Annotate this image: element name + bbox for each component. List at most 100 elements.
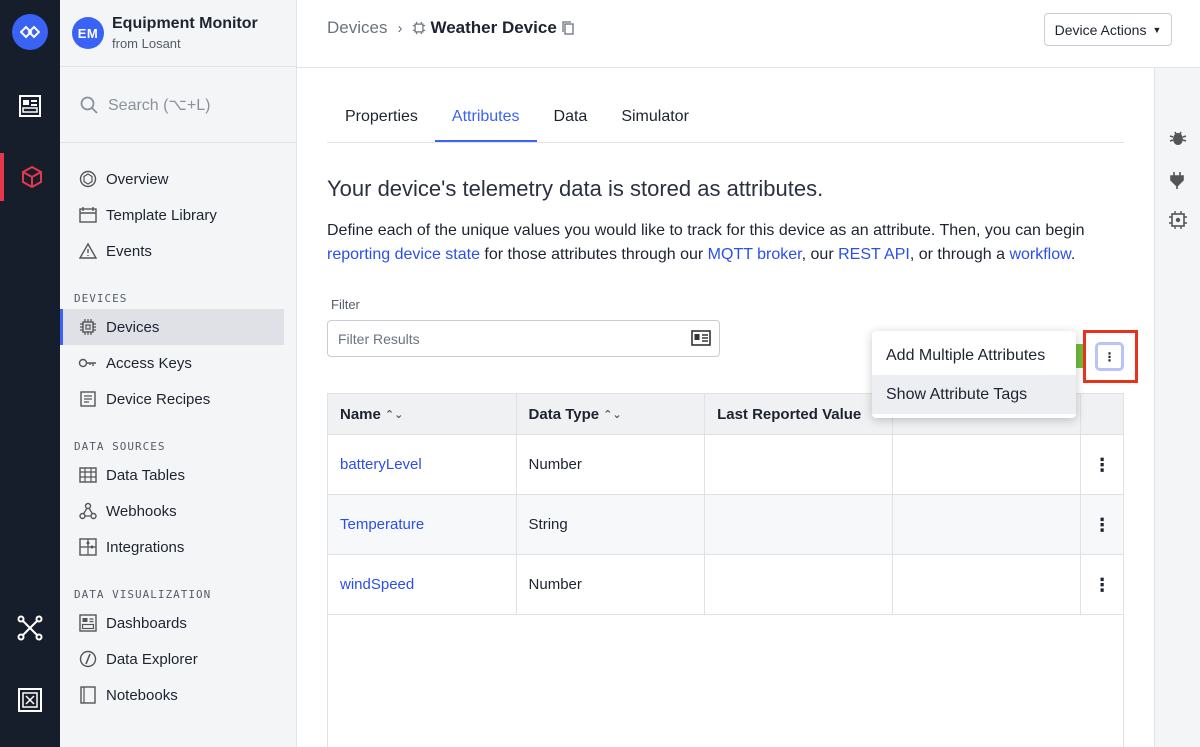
losant-logo-icon[interactable]: [12, 14, 48, 50]
column-label: Name: [340, 405, 381, 423]
global-rail: [0, 0, 60, 747]
column-header-data-type[interactable]: Data Type ⌃⌄: [517, 394, 706, 434]
sidebar-item-overview[interactable]: Overview: [60, 161, 296, 197]
sidebar-item-events[interactable]: Events: [60, 233, 296, 269]
menu-item-show-attribute-tags[interactable]: Show Attribute Tags: [872, 375, 1076, 414]
column-header-name[interactable]: Name ⌃⌄: [328, 394, 517, 434]
section-description: Define each of the unique values you wou…: [327, 219, 1107, 267]
applications-rail-icon[interactable]: [0, 153, 60, 201]
sidebar-item-data-explorer[interactable]: Data Explorer: [60, 641, 296, 677]
row-actions-cell: ⋮: [1081, 555, 1123, 614]
compass-icon: [78, 649, 98, 669]
dashboard-rail-icon[interactable]: [0, 82, 60, 130]
menu-item-add-multiple-attributes[interactable]: Add Multiple Attributes: [872, 336, 1076, 375]
recipe-icon: [78, 389, 98, 409]
last-value-cell: [705, 555, 893, 614]
sidebar-item-template-library[interactable]: Template Library: [60, 197, 296, 233]
section-heading-data-visualization: DATA VISUALIZATION: [74, 588, 212, 601]
warning-icon: [78, 241, 98, 261]
mqtt-broker-link[interactable]: MQTT broker: [708, 246, 802, 263]
sidebar-item-dashboards[interactable]: Dashboards: [60, 605, 296, 641]
device-actions-label: Device Actions: [1054, 21, 1147, 38]
search-input[interactable]: Search (⌥+L): [60, 67, 296, 143]
device-actions-button[interactable]: Device Actions ▼: [1044, 13, 1172, 46]
app-sidebar: EM Equipment Monitor from Losant Search …: [60, 0, 297, 747]
search-icon: [80, 96, 98, 114]
chip-icon: [78, 317, 98, 337]
main-content: Properties Attributes Data Simulator You…: [327, 68, 1124, 357]
highlight-box: [1083, 330, 1138, 383]
last-value-cell: [705, 435, 893, 494]
last-value-cell: [705, 495, 893, 554]
debug-icon[interactable]: [1168, 128, 1188, 148]
tags-cell: [893, 555, 1082, 614]
template-library-icon: [78, 205, 98, 225]
table-row: batteryLevel Number ⋮: [328, 435, 1123, 495]
search-placeholder: Search (⌥+L): [108, 96, 211, 114]
sidebar-item-device-recipes[interactable]: Device Recipes: [60, 381, 296, 417]
name-cell: Temperature: [328, 495, 517, 554]
column-header-actions: [1081, 394, 1123, 434]
kebab-menu-icon[interactable]: ⋮: [1093, 516, 1111, 534]
app-header[interactable]: EM Equipment Monitor from Losant: [60, 0, 296, 67]
sort-icon: ⌃⌄: [603, 408, 622, 421]
filter-input[interactable]: [338, 330, 678, 347]
app-subtitle: from Losant: [112, 36, 181, 51]
column-label: Last Reported Value: [717, 405, 862, 423]
right-tool-strip: [1154, 68, 1200, 747]
sidebar-item-access-keys[interactable]: Access Keys: [60, 345, 296, 381]
column-header-last-reported[interactable]: Last Reported Value: [705, 394, 893, 434]
plug-icon[interactable]: [1168, 170, 1188, 190]
breadcrumb-devices-link[interactable]: Devices: [327, 18, 387, 38]
breadcrumb-separator: ›: [397, 19, 403, 37]
kebab-menu-icon[interactable]: ⋮: [1093, 456, 1111, 474]
row-actions-cell: ⋮: [1081, 495, 1123, 554]
sidebar-item-label: Device Recipes: [106, 390, 211, 408]
tab-properties[interactable]: Properties: [327, 108, 435, 142]
id-card-icon[interactable]: [691, 330, 711, 346]
sidebar-item-label: Devices: [106, 318, 160, 336]
name-cell: windSpeed: [328, 555, 517, 614]
copy-icon[interactable]: [562, 21, 574, 35]
sidebar-item-data-tables[interactable]: Data Tables: [60, 457, 296, 493]
table-body: batteryLevel Number ⋮ Temperature String…: [328, 435, 1123, 615]
tab-data[interactable]: Data: [537, 108, 605, 142]
sidebar-item-label: Data Tables: [106, 466, 185, 484]
tab-simulator[interactable]: Simulator: [604, 108, 706, 142]
kebab-menu-icon[interactable]: ⋮: [1093, 576, 1111, 594]
desc-text: for those attributes through our: [479, 246, 708, 263]
sidebar-item-label: Data Explorer: [106, 650, 198, 668]
sidebar-item-notebooks[interactable]: Notebooks: [60, 677, 296, 713]
section-heading-data-sources: DATA SOURCES: [74, 440, 166, 453]
webhook-icon: [78, 501, 98, 521]
dashboard-icon: [78, 613, 98, 633]
table-row: Temperature String ⋮: [328, 495, 1123, 555]
sidebar-item-label: Overview: [106, 170, 169, 188]
reporting-device-state-link[interactable]: reporting device state: [327, 246, 480, 263]
sidebar-item-label: Integrations: [106, 538, 185, 556]
attribute-name-link[interactable]: windSpeed: [340, 576, 414, 593]
notebook-icon: [78, 685, 98, 705]
attribute-name-link[interactable]: batteryLevel: [340, 456, 422, 473]
sidebar-item-label: Events: [106, 242, 152, 260]
sidebar-item-label: Webhooks: [106, 502, 177, 520]
breadcrumb: Devices › Weather Device: [327, 18, 574, 38]
key-icon: [78, 353, 98, 373]
name-cell: batteryLevel: [328, 435, 517, 494]
sidebar-item-integrations[interactable]: Integrations: [60, 529, 296, 565]
app-avatar: EM: [72, 17, 104, 49]
sidebar-item-devices[interactable]: Devices: [60, 309, 284, 345]
workflow-link[interactable]: workflow: [1009, 246, 1070, 263]
network-rail-icon[interactable]: [0, 604, 60, 652]
rest-api-link[interactable]: REST API: [838, 246, 910, 263]
desc-text: Define each of the unique values you wou…: [327, 222, 1085, 239]
tab-attributes[interactable]: Attributes: [434, 108, 537, 142]
more-options-menu: Add Multiple Attributes Show Attribute T…: [872, 331, 1076, 418]
attribute-name-link[interactable]: Temperature: [340, 516, 424, 533]
organization-rail-icon[interactable]: [0, 676, 60, 724]
desc-text: , our: [801, 246, 839, 263]
device-settings-icon[interactable]: [1168, 210, 1188, 230]
desc-text: , or through a: [909, 246, 1010, 263]
sidebar-item-webhooks[interactable]: Webhooks: [60, 493, 296, 529]
filter-field[interactable]: [327, 320, 720, 357]
